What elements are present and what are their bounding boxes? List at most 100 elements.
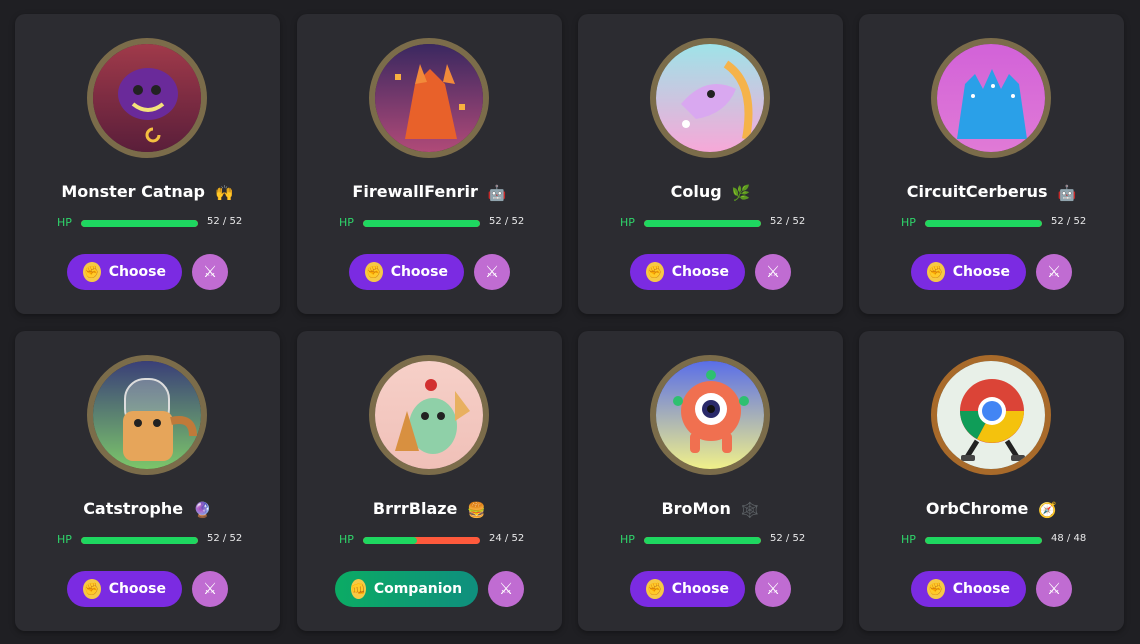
button-label: Choose — [952, 264, 1010, 280]
button-label: Choose — [671, 264, 729, 280]
hp-label: HP — [620, 533, 635, 546]
hp-bar — [644, 220, 761, 227]
monster-card: OrbChrome 🧭 HP 48 / 48 ✊ Choose ⚔ — [859, 331, 1124, 631]
hp-bar — [925, 537, 1042, 544]
hp-bar-fill — [644, 220, 761, 227]
type-badge-icon: 🌿 — [731, 184, 751, 202]
crossed-swords-icon: ⚔ — [498, 581, 514, 598]
hp-bar — [363, 220, 480, 227]
monster-grid: Monster Catnap 🙌 HP 52 / 52 ✊ Choose ⚔ Fi… — [0, 0, 1140, 644]
hp-bar-fill — [925, 537, 1042, 544]
hp-value: 24 / 52 — [489, 533, 525, 544]
type-badge-icon: 🔮 — [193, 501, 212, 519]
fist-icon: 👊 — [350, 579, 366, 599]
raised-fist-icon: ✊ — [83, 579, 101, 599]
battle-button[interactable]: ⚔ — [1036, 254, 1072, 290]
button-label: Choose — [108, 264, 166, 280]
hp-label: HP — [57, 533, 72, 546]
monster-card: Monster Catnap 🙌 HP 52 / 52 ✊ Choose ⚔ — [15, 14, 280, 314]
hp-label: HP — [901, 216, 916, 229]
hp-bar-fill — [925, 220, 1042, 227]
hp-value: 52 / 52 — [770, 533, 806, 544]
monster-name: FirewallFenrir — [352, 182, 478, 201]
monster-avatar-bromon[interactable] — [650, 355, 770, 475]
hp-bar-fill — [363, 220, 480, 227]
hp-bar-fill — [81, 537, 198, 544]
type-badge-icon: 🙌 — [214, 184, 234, 202]
monster-name-row: BroMon 🕸️ — [578, 499, 843, 519]
hp-bar — [925, 220, 1042, 227]
choose-button[interactable]: ✊ Choose — [630, 254, 745, 290]
raised-fist-icon: ✊ — [646, 262, 664, 282]
monster-avatar-monster-catnap[interactable] — [87, 38, 207, 158]
crossed-swords-icon: ⚔ — [484, 264, 500, 281]
button-label: Choose — [390, 264, 448, 280]
hp-value: 52 / 52 — [207, 216, 243, 227]
hp-row: HP 24 / 52 — [339, 533, 539, 547]
hp-value: 52 / 52 — [489, 216, 525, 227]
monster-avatar-colug[interactable] — [650, 38, 770, 158]
hp-row: HP 52 / 52 — [620, 533, 820, 547]
raised-fist-icon: ✊ — [927, 262, 945, 282]
hp-label: HP — [620, 216, 635, 229]
monster-card: Catstrophe 🔮 HP 52 / 52 ✊ Choose ⚔ — [15, 331, 280, 631]
battle-button[interactable]: ⚔ — [192, 254, 228, 290]
battle-button[interactable]: ⚔ — [488, 571, 524, 607]
battle-button[interactable]: ⚔ — [192, 571, 228, 607]
monster-avatar-brrrblaze[interactable] — [369, 355, 489, 475]
battle-button[interactable]: ⚔ — [474, 254, 510, 290]
hp-label: HP — [57, 216, 72, 229]
monster-name-row: Monster Catnap 🙌 — [15, 182, 280, 202]
monster-name: Monster Catnap — [61, 182, 205, 201]
battle-button[interactable]: ⚔ — [755, 571, 791, 607]
crossed-swords-icon: ⚔ — [1046, 264, 1062, 281]
button-label: Choose — [952, 581, 1010, 597]
hp-label: HP — [339, 216, 354, 229]
choose-button[interactable]: ✊ Choose — [349, 254, 464, 290]
button-label: Companion — [373, 581, 463, 597]
crossed-swords-icon: ⚔ — [202, 581, 218, 598]
monster-name-row: Catstrophe 🔮 — [15, 499, 280, 519]
monster-avatar-firewallfenrir[interactable] — [369, 38, 489, 158]
raised-fist-icon: ✊ — [365, 262, 383, 282]
choose-button[interactable]: ✊ Choose — [911, 254, 1026, 290]
monster-name-row: CircuitCerberus 🤖 — [859, 182, 1124, 202]
monster-card: CircuitCerberus 🤖 HP 52 / 52 ✊ Choose ⚔ — [859, 14, 1124, 314]
type-badge-icon: 🤖 — [487, 184, 507, 202]
crossed-swords-icon: ⚔ — [765, 581, 781, 598]
raised-fist-icon: ✊ — [927, 579, 945, 599]
hp-row: HP 52 / 52 — [901, 216, 1101, 230]
monster-name-row: Colug 🌿 — [578, 182, 843, 202]
hp-bar-fill — [644, 537, 761, 544]
choose-button[interactable]: ✊ Choose — [911, 571, 1026, 607]
monster-card: Colug 🌿 HP 52 / 52 ✊ Choose ⚔ — [578, 14, 843, 314]
monster-avatar-catstrophe[interactable] — [87, 355, 207, 475]
hp-row: HP 52 / 52 — [339, 216, 539, 230]
hp-bar-fill — [363, 537, 417, 544]
crossed-swords-icon: ⚔ — [202, 264, 218, 281]
monster-name: Catstrophe — [83, 499, 184, 518]
choose-button[interactable]: ✊ Choose — [67, 254, 182, 290]
hp-bar — [363, 537, 480, 544]
monster-avatar-circuitcerberus[interactable] — [931, 38, 1051, 158]
monster-name: CircuitCerberus — [906, 182, 1048, 201]
battle-button[interactable]: ⚔ — [755, 254, 791, 290]
hp-bar-fill — [81, 220, 198, 227]
hp-value: 48 / 48 — [1051, 533, 1087, 544]
choose-button[interactable]: ✊ Choose — [630, 571, 745, 607]
button-label: Choose — [108, 581, 166, 597]
crossed-swords-icon: ⚔ — [1046, 581, 1062, 598]
hp-value: 52 / 52 — [1051, 216, 1087, 227]
hp-row: HP 52 / 52 — [57, 216, 257, 230]
hp-row: HP 52 / 52 — [57, 533, 257, 547]
companion-button[interactable]: 👊 Companion — [335, 571, 478, 607]
hp-value: 52 / 52 — [207, 533, 243, 544]
hp-bar — [81, 220, 198, 227]
monster-avatar-orbchrome[interactable] — [931, 355, 1051, 475]
choose-button[interactable]: ✊ Choose — [67, 571, 182, 607]
hp-row: HP 52 / 52 — [620, 216, 820, 230]
monster-name: BroMon — [661, 499, 731, 518]
crossed-swords-icon: ⚔ — [765, 264, 781, 281]
type-badge-icon: 🤖 — [1057, 184, 1077, 202]
battle-button[interactable]: ⚔ — [1036, 571, 1072, 607]
